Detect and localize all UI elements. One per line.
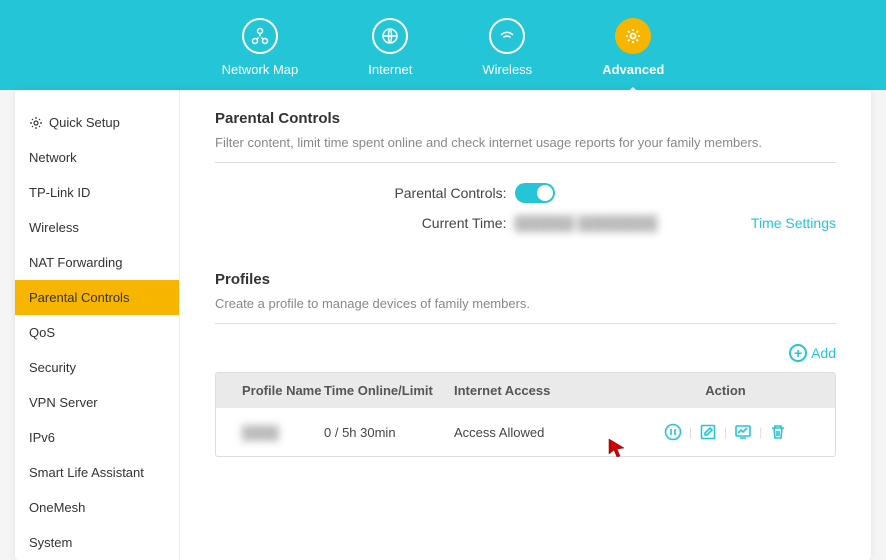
globe-icon bbox=[372, 18, 408, 54]
profiles-description: Create a profile to manage devices of fa… bbox=[215, 296, 836, 311]
time-label: Current Time: bbox=[337, 215, 507, 231]
top-nav: Network Map Internet Wireless Advanced bbox=[0, 0, 886, 90]
nav-label: Wireless bbox=[482, 62, 532, 77]
sidebar-item-tplink-id[interactable]: TP-Link ID bbox=[15, 175, 179, 210]
sidebar-item-label: Network bbox=[29, 150, 77, 165]
sidebar-item-security[interactable]: Security bbox=[15, 350, 179, 385]
nav-label: Advanced bbox=[602, 62, 664, 77]
profile-name: ████ bbox=[224, 425, 324, 440]
sidebar-item-label: System bbox=[29, 535, 72, 550]
nav-advanced[interactable]: Advanced bbox=[602, 18, 664, 77]
wifi-icon bbox=[489, 18, 525, 54]
sidebar-item-label: Security bbox=[29, 360, 76, 375]
edit-icon[interactable] bbox=[698, 422, 718, 442]
sidebar-item-label: Smart Life Assistant bbox=[29, 465, 144, 480]
sidebar-item-onemesh[interactable]: OneMesh bbox=[15, 490, 179, 525]
separator: | bbox=[689, 425, 692, 439]
parental-toggle[interactable] bbox=[515, 183, 555, 203]
sidebar-item-label: VPN Server bbox=[29, 395, 98, 410]
nav-network-map[interactable]: Network Map bbox=[222, 18, 299, 77]
pause-icon[interactable] bbox=[663, 422, 683, 442]
header-name: Profile Name bbox=[224, 383, 324, 398]
page-description: Filter content, limit time spent online … bbox=[215, 135, 836, 150]
page-title: Parental Controls bbox=[215, 110, 836, 127]
header-action: Action bbox=[624, 383, 827, 398]
profile-access: Access Allowed bbox=[454, 425, 624, 440]
profiles-table: Profile Name Time Online/Limit Internet … bbox=[215, 372, 836, 457]
sidebar: Quick Setup Network TP-Link ID Wireless … bbox=[15, 90, 180, 560]
sidebar-item-label: NAT Forwarding bbox=[29, 255, 122, 270]
profiles-title: Profiles bbox=[215, 271, 836, 288]
nav-wireless[interactable]: Wireless bbox=[482, 18, 532, 77]
gear-icon bbox=[29, 116, 43, 130]
nav-internet[interactable]: Internet bbox=[368, 18, 412, 77]
toggle-label: Parental Controls: bbox=[337, 185, 507, 201]
add-label: Add bbox=[811, 345, 836, 361]
sidebar-item-network[interactable]: Network bbox=[15, 140, 179, 175]
divider bbox=[215, 323, 836, 324]
sidebar-item-label: Quick Setup bbox=[49, 115, 120, 130]
main-content: Parental Controls Filter content, limit … bbox=[180, 90, 871, 560]
gear-icon bbox=[615, 18, 651, 54]
network-map-icon bbox=[242, 18, 278, 54]
sidebar-item-label: QoS bbox=[29, 325, 55, 340]
time-settings-link[interactable]: Time Settings bbox=[751, 215, 836, 231]
separator: | bbox=[759, 425, 762, 439]
sidebar-item-system[interactable]: System bbox=[15, 525, 179, 560]
sidebar-item-smart-life[interactable]: Smart Life Assistant bbox=[15, 455, 179, 490]
header-access: Internet Access bbox=[454, 383, 624, 398]
sidebar-item-vpn-server[interactable]: VPN Server bbox=[15, 385, 179, 420]
insights-icon[interactable] bbox=[733, 422, 753, 442]
sidebar-item-label: TP-Link ID bbox=[29, 185, 90, 200]
delete-icon[interactable] bbox=[768, 422, 788, 442]
header-time: Time Online/Limit bbox=[324, 383, 454, 398]
table-row: ████ 0 / 5h 30min Access Allowed | bbox=[216, 408, 835, 456]
sidebar-item-wireless[interactable]: Wireless bbox=[15, 210, 179, 245]
separator: | bbox=[724, 425, 727, 439]
sidebar-item-nat-forwarding[interactable]: NAT Forwarding bbox=[15, 245, 179, 280]
sidebar-item-label: OneMesh bbox=[29, 500, 85, 515]
profile-time: 0 / 5h 30min bbox=[324, 425, 454, 440]
current-time-value: ██████ ████████ bbox=[515, 215, 715, 231]
divider bbox=[215, 162, 836, 163]
nav-label: Internet bbox=[368, 62, 412, 77]
sidebar-item-label: IPv6 bbox=[29, 430, 55, 445]
sidebar-item-ipv6[interactable]: IPv6 bbox=[15, 420, 179, 455]
table-header: Profile Name Time Online/Limit Internet … bbox=[216, 373, 835, 408]
sidebar-item-qos[interactable]: QoS bbox=[15, 315, 179, 350]
add-profile-button[interactable]: + Add bbox=[215, 344, 836, 362]
sidebar-item-label: Parental Controls bbox=[29, 290, 129, 305]
sidebar-item-label: Wireless bbox=[29, 220, 79, 235]
sidebar-item-parental-controls[interactable]: Parental Controls bbox=[15, 280, 179, 315]
plus-icon: + bbox=[789, 344, 807, 362]
nav-label: Network Map bbox=[222, 62, 299, 77]
sidebar-item-quick-setup[interactable]: Quick Setup bbox=[15, 105, 179, 140]
